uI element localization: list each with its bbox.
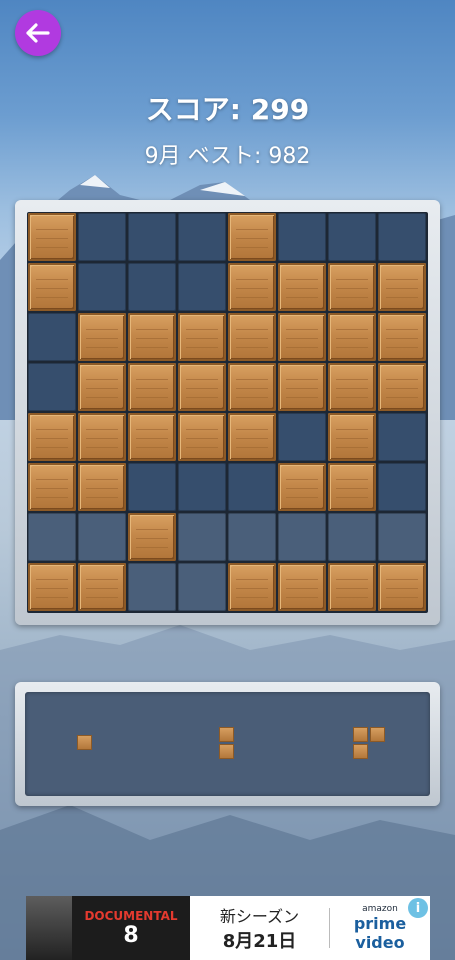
board-block (228, 263, 276, 311)
board-block (328, 413, 376, 461)
board-empty-cell (178, 563, 226, 611)
board-block (278, 363, 326, 411)
board-block (28, 413, 76, 461)
board-block (178, 313, 226, 361)
board-block (228, 313, 276, 361)
board-empty-cell (378, 463, 426, 511)
board-empty-cell (78, 513, 126, 561)
piece-vertical-2[interactable] (219, 727, 236, 761)
board-block (378, 313, 426, 361)
board-block (178, 363, 226, 411)
board-block (228, 363, 276, 411)
board-empty-cell (178, 213, 226, 261)
board-block (28, 563, 76, 611)
piece-block (353, 727, 368, 742)
board-block (328, 363, 376, 411)
piece-tray-frame (15, 682, 440, 806)
board-empty-cell (178, 513, 226, 561)
board-empty-cell (328, 213, 376, 261)
board-empty-cell (178, 463, 226, 511)
board-empty-cell (78, 263, 126, 311)
ad-logo-number: 8 (123, 922, 139, 948)
board-empty-cell (328, 513, 376, 561)
board-block (328, 263, 376, 311)
board-block (378, 563, 426, 611)
board-block (128, 363, 176, 411)
board-block (328, 463, 376, 511)
board-empty-cell (28, 363, 76, 411)
board-block (128, 313, 176, 361)
board-empty-cell (128, 563, 176, 611)
board-block (378, 263, 426, 311)
board-empty-cell (78, 213, 126, 261)
board-block (78, 313, 126, 361)
board-block (228, 413, 276, 461)
piece-block (77, 735, 92, 750)
board-block (278, 263, 326, 311)
board-block (228, 213, 276, 261)
game-board[interactable] (27, 212, 428, 613)
board-empty-cell (378, 213, 426, 261)
info-icon[interactable]: i (408, 898, 428, 918)
board-empty-cell (378, 413, 426, 461)
board-block (278, 463, 326, 511)
piece-block (219, 727, 234, 742)
board-frame (15, 200, 440, 625)
board-empty-cell (278, 213, 326, 261)
back-button[interactable] (15, 10, 61, 56)
board-block (378, 363, 426, 411)
score-display: スコア: 299 (145, 93, 310, 126)
board-block (278, 313, 326, 361)
board-block (328, 313, 376, 361)
board-block (28, 463, 76, 511)
board-empty-cell (228, 513, 276, 561)
piece-block (370, 727, 385, 742)
board-empty-cell (28, 513, 76, 561)
board-block (78, 463, 126, 511)
board-empty-cell (128, 213, 176, 261)
board-block (78, 563, 126, 611)
best-score-display: 9月 ベスト: 982 (144, 144, 311, 169)
board-empty-cell (128, 463, 176, 511)
ad-show-logo: DOCUMENTAL 8 (72, 896, 190, 960)
board-empty-cell (128, 263, 176, 311)
ad-logo-title: DOCUMENTAL (84, 908, 178, 923)
piece-tray (25, 692, 430, 796)
ad-text-block: 新シーズン 8月21日 (190, 903, 329, 953)
ad-brand-text: prime video (353, 914, 407, 952)
board-empty-cell (228, 463, 276, 511)
board-empty-cell (178, 263, 226, 311)
board-block (78, 363, 126, 411)
piece-single[interactable] (77, 735, 94, 752)
board-empty-cell (278, 513, 326, 561)
board-block (28, 263, 76, 311)
ad-banner[interactable]: DOCUMENTAL 8 新シーズン 8月21日 amazon prime vi… (26, 896, 430, 960)
arrow-left-icon (26, 23, 50, 43)
piece-block (353, 744, 368, 759)
piece-block (219, 744, 234, 759)
ad-season-text: 新シーズン (219, 907, 300, 926)
board-block (228, 563, 276, 611)
board-block (328, 563, 376, 611)
board-block (128, 413, 176, 461)
piece-corner-3[interactable] (353, 727, 387, 761)
board-block (28, 213, 76, 261)
board-block (278, 563, 326, 611)
board-empty-cell (278, 413, 326, 461)
board-empty-cell (378, 513, 426, 561)
board-block (178, 413, 226, 461)
ad-date-text: 8月21日 (222, 931, 297, 952)
board-block (78, 413, 126, 461)
board-empty-cell (28, 313, 76, 361)
board-block (128, 513, 176, 561)
ad-photo (26, 896, 72, 960)
